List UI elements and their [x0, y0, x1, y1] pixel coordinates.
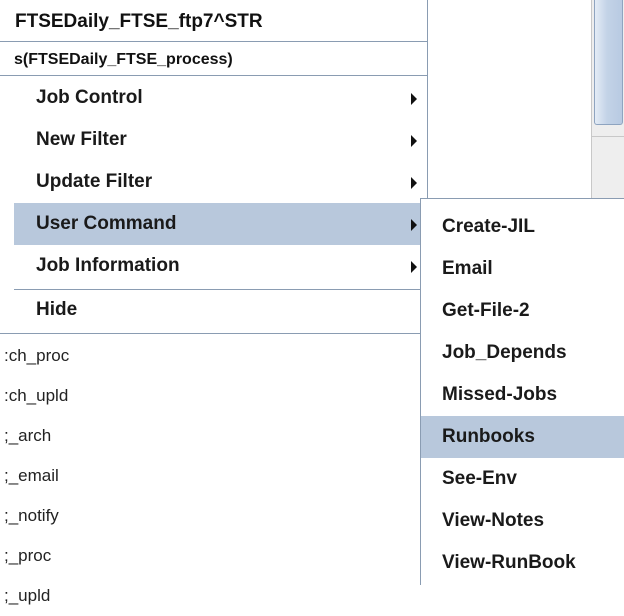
menu-item-hide[interactable]: Hide — [14, 290, 427, 328]
submenu-item-see-env[interactable]: See-Env — [421, 458, 624, 500]
menu-item-job-control[interactable]: Job Control — [14, 77, 427, 119]
submenu-item-missed-jobs[interactable]: Missed-Jobs — [421, 374, 624, 416]
submenu-arrow-icon — [411, 261, 417, 273]
menu-item-job-information[interactable]: Job Information — [14, 245, 427, 287]
scrollbar-track-divider — [592, 136, 624, 137]
list-item[interactable]: ;_notify — [0, 496, 420, 536]
submenu-item-view-notes[interactable]: View-Notes — [421, 500, 624, 542]
menu-item-user-command[interactable]: User Command — [14, 203, 427, 245]
menu-item-new-filter[interactable]: New Filter — [14, 119, 427, 161]
menu-item-label: New Filter — [36, 129, 127, 150]
submenu-item-view-runbook[interactable]: View-RunBook — [421, 542, 624, 584]
submenu-item-runbooks[interactable]: Runbooks — [421, 416, 624, 458]
submenu-arrow-icon — [411, 93, 417, 105]
menu-item-label: Hide — [36, 299, 78, 320]
list-item[interactable]: ;_email — [0, 456, 420, 496]
submenu-arrow-icon — [411, 219, 417, 231]
scrollbar-thumb[interactable] — [594, 0, 623, 125]
submenu-item-job-depends[interactable]: Job_Depends — [421, 332, 624, 374]
menu-item-update-filter[interactable]: Update Filter — [14, 161, 427, 203]
list-item[interactable]: :ch_proc — [0, 336, 420, 376]
submenu-arrow-icon — [411, 177, 417, 189]
menu-item-label: User Command — [36, 213, 177, 234]
menu-subtitle: s(FTSEDaily_FTSE_process) — [0, 43, 427, 76]
vertical-scrollbar[interactable] — [591, 0, 624, 200]
menu-items: Job Control New Filter Update Filter Use… — [14, 77, 427, 333]
menu-item-label: Job Information — [36, 255, 180, 276]
list-item[interactable]: :ch_upld — [0, 376, 420, 416]
list-item[interactable]: ;_arch — [0, 416, 420, 456]
submenu-item-get-file-2[interactable]: Get-File-2 — [421, 290, 624, 332]
submenu-arrow-icon — [411, 135, 417, 147]
menu-title: FTSEDaily_FTSE_ftp7^STR — [0, 0, 427, 42]
submenu-item-email[interactable]: Email — [421, 248, 624, 290]
list-item[interactable]: ;_upld — [0, 576, 420, 616]
menu-item-label: Job Control — [36, 87, 143, 108]
menu-item-label: Update Filter — [36, 171, 153, 192]
job-list: :ch_proc :ch_upld ;_arch ;_email ;_notif… — [0, 336, 420, 616]
submenu-item-create-jil[interactable]: Create-JIL — [421, 206, 624, 248]
user-command-submenu: Create-JIL Email Get-File-2 Job_Depends … — [420, 198, 624, 585]
list-item[interactable]: ;_proc — [0, 536, 420, 576]
context-menu: FTSEDaily_FTSE_ftp7^STR s(FTSEDaily_FTSE… — [0, 0, 428, 334]
